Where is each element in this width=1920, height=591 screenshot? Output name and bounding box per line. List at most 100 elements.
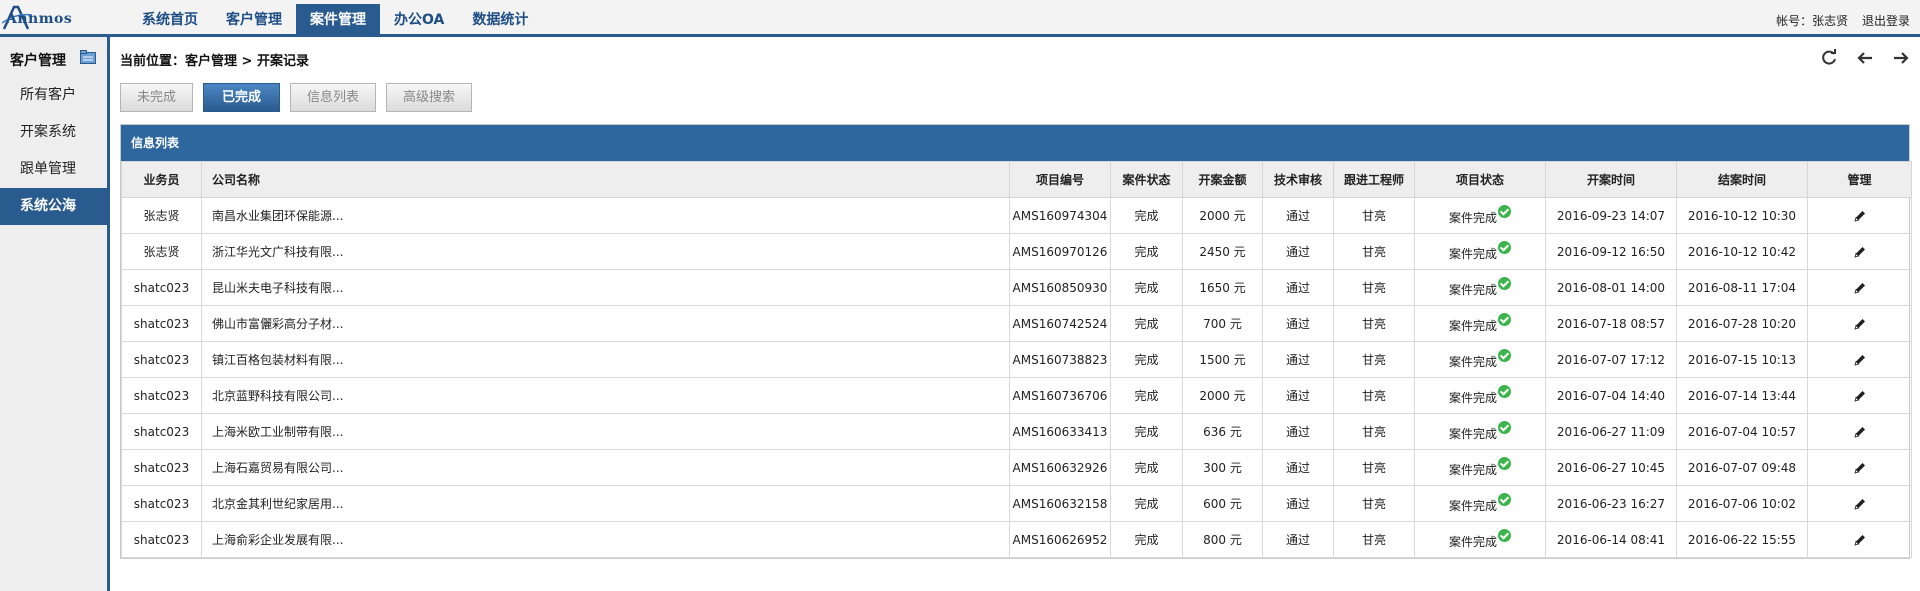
nav-item-cases[interactable]: 案件管理 <box>296 4 380 34</box>
amount-cell: 1650 元 <box>1182 269 1263 306</box>
nav-item-customers[interactable]: 客户管理 <box>212 4 296 34</box>
project-status-label: 案件完成 <box>1448 463 1497 477</box>
check-circle-icon <box>1498 529 1511 542</box>
check-circle-icon <box>1498 421 1511 434</box>
project-no-cell: AMS160633413 <box>1009 413 1111 450</box>
salesperson-cell: shatc023 <box>121 269 202 306</box>
project-no-cell: AMS160632926 <box>1009 449 1111 486</box>
company-cell[interactable]: 昆山米夫电子科技有限... <box>201 269 1010 306</box>
company-cell[interactable]: 北京金其利世纪家居用... <box>201 485 1010 522</box>
edit-pencil-icon[interactable] <box>1853 353 1867 367</box>
arrow-right-icon[interactable] <box>1892 49 1910 67</box>
col-header-tech-review[interactable]: 技术审核 <box>1262 161 1334 198</box>
advanced-search-button[interactable]: 高级搜索 <box>386 83 473 112</box>
incomplete-button[interactable]: 未完成 <box>120 83 194 112</box>
open-time-cell: 2016-09-23 14:07 <box>1545 197 1677 234</box>
company-cell[interactable]: 上海米欧工业制带有限... <box>201 413 1010 450</box>
project-status-label: 案件完成 <box>1448 319 1497 333</box>
folder-icon[interactable] <box>80 50 96 64</box>
sidebar-item-order-tracking[interactable]: 跟单管理 <box>0 151 107 188</box>
table-row[interactable]: shatc023 镇江百格包装材料有限... AMS160738823 完成 1500 … <box>121 341 1912 378</box>
amount-cell: 2000 元 <box>1182 377 1263 414</box>
col-header-manage: 管理 <box>1807 161 1912 198</box>
sidebar-item-all-customers[interactable]: 所有客户 <box>0 77 107 114</box>
company-cell[interactable]: 上海石嘉贸易有限公司... <box>201 449 1010 486</box>
table-row[interactable]: shatc023 佛山市富儷彩高分子材... AMS160742524 完成 700 元… <box>121 305 1912 342</box>
edit-pencil-icon[interactable] <box>1853 461 1867 475</box>
nav-item-office-oa[interactable]: 办公OA <box>380 4 458 34</box>
panel-title: 信息列表 <box>121 125 1909 161</box>
project-status-cell: 案件完成 <box>1414 233 1546 270</box>
logo[interactable]: Annmos <box>0 3 100 33</box>
close-time-cell: 2016-06-22 15:55 <box>1676 521 1808 558</box>
sidebar-item-public-pool[interactable]: 系统公海 <box>0 188 107 225</box>
table-row[interactable]: shatc023 上海俞彩企业发展有限... AMS160626952 完成 800 元… <box>121 521 1912 558</box>
table-row[interactable]: 张志贤 南昌水业集团环保能源... AMS160974304 完成 2000 元通过 甘亮… <box>121 197 1912 234</box>
edit-pencil-icon[interactable] <box>1853 281 1867 295</box>
edit-pencil-icon[interactable] <box>1853 209 1867 223</box>
col-header-open-time[interactable]: 开案时间 <box>1545 161 1677 198</box>
case-status-cell: 完成 <box>1110 521 1183 558</box>
company-cell[interactable]: 浙江华光文广科技有限... <box>201 233 1010 270</box>
refresh-icon[interactable] <box>1820 49 1838 67</box>
project-status-label: 案件完成 <box>1448 211 1497 225</box>
edit-pencil-icon[interactable] <box>1853 497 1867 511</box>
info-list-button[interactable]: 信息列表 <box>290 83 377 112</box>
arrow-left-icon[interactable] <box>1856 49 1874 67</box>
amount-cell: 800 元 <box>1182 521 1263 558</box>
table-body: 张志贤 南昌水业集团环保能源... AMS160974304 完成 2000 元通过 甘亮… <box>121 197 1912 558</box>
project-status-label: 案件完成 <box>1448 355 1497 369</box>
case-status-cell: 完成 <box>1110 305 1183 342</box>
project-status-cell: 案件完成 <box>1414 269 1546 306</box>
tech-review-cell: 通过 <box>1262 449 1334 486</box>
completed-button[interactable]: 已完成 <box>203 83 281 112</box>
col-header-project-no[interactable]: 项目编号 <box>1009 161 1111 198</box>
col-header-salesperson[interactable]: 业务员 <box>121 161 202 198</box>
engineer-cell: 甘亮 <box>1333 413 1415 450</box>
table-row[interactable]: shatc023 上海米欧工业制带有限... AMS160633413 完成 636 元… <box>121 413 1912 450</box>
engineer-cell: 甘亮 <box>1333 305 1415 342</box>
nav-item-statistics[interactable]: 数据统计 <box>458 4 542 34</box>
table-row[interactable]: shatc023 昆山米夫电子科技有限... AMS160850930 完成 1650 … <box>121 269 1912 306</box>
case-status-cell: 完成 <box>1110 341 1183 378</box>
company-cell[interactable]: 镇江百格包装材料有限... <box>201 341 1010 378</box>
edit-pencil-icon[interactable] <box>1853 533 1867 547</box>
check-circle-icon <box>1498 241 1511 254</box>
tech-review-cell: 通过 <box>1262 233 1334 270</box>
company-cell[interactable]: 上海俞彩企业发展有限... <box>201 521 1010 558</box>
manage-cell <box>1807 521 1912 558</box>
company-cell[interactable]: 北京蓝野科技有限公司... <box>201 377 1010 414</box>
col-header-project-status[interactable]: 项目状态 <box>1414 161 1546 198</box>
sidebar-item-case-system[interactable]: 开案系统 <box>0 114 107 151</box>
manage-cell <box>1807 449 1912 486</box>
main-nav: 系统首页 客户管理 案件管理 办公OA 数据统计 <box>128 4 542 34</box>
edit-pencil-icon[interactable] <box>1853 389 1867 403</box>
amount-cell: 700 元 <box>1182 305 1263 342</box>
open-time-cell: 2016-07-18 08:57 <box>1545 305 1677 342</box>
engineer-cell: 甘亮 <box>1333 269 1415 306</box>
edit-pencil-icon[interactable] <box>1853 425 1867 439</box>
open-time-cell: 2016-06-23 16:27 <box>1545 485 1677 522</box>
logout-link[interactable]: 退出登录 <box>1862 14 1910 28</box>
nav-item-home[interactable]: 系统首页 <box>128 4 212 34</box>
company-cell[interactable]: 佛山市富儷彩高分子材... <box>201 305 1010 342</box>
check-circle-icon <box>1498 349 1511 362</box>
table-row[interactable]: shatc023 北京金其利世纪家居用... AMS160632158 完成 600 元… <box>121 485 1912 522</box>
table-row[interactable]: shatc023 北京蓝野科技有限公司... AMS160736706 完成 2000 … <box>121 377 1912 414</box>
salesperson-cell: shatc023 <box>121 449 202 486</box>
amount-cell: 2450 元 <box>1182 233 1263 270</box>
tech-review-cell: 通过 <box>1262 269 1334 306</box>
project-status-cell: 案件完成 <box>1414 197 1546 234</box>
col-header-amount[interactable]: 开案金额 <box>1182 161 1263 198</box>
salesperson-cell: 张志贤 <box>121 233 202 270</box>
edit-pencil-icon[interactable] <box>1853 317 1867 331</box>
col-header-company[interactable]: 公司名称 <box>201 161 1010 198</box>
project-status-label: 案件完成 <box>1448 427 1497 441</box>
col-header-close-time[interactable]: 结案时间 <box>1676 161 1808 198</box>
table-row[interactable]: 张志贤 浙江华光文广科技有限... AMS160970126 完成 2450 元通过 甘亮… <box>121 233 1912 270</box>
col-header-engineer[interactable]: 跟进工程师 <box>1333 161 1415 198</box>
col-header-case-status[interactable]: 案件状态 <box>1110 161 1183 198</box>
company-cell[interactable]: 南昌水业集团环保能源... <box>201 197 1010 234</box>
edit-pencil-icon[interactable] <box>1853 245 1867 259</box>
table-row[interactable]: shatc023 上海石嘉贸易有限公司... AMS160632926 完成 300 元… <box>121 449 1912 486</box>
